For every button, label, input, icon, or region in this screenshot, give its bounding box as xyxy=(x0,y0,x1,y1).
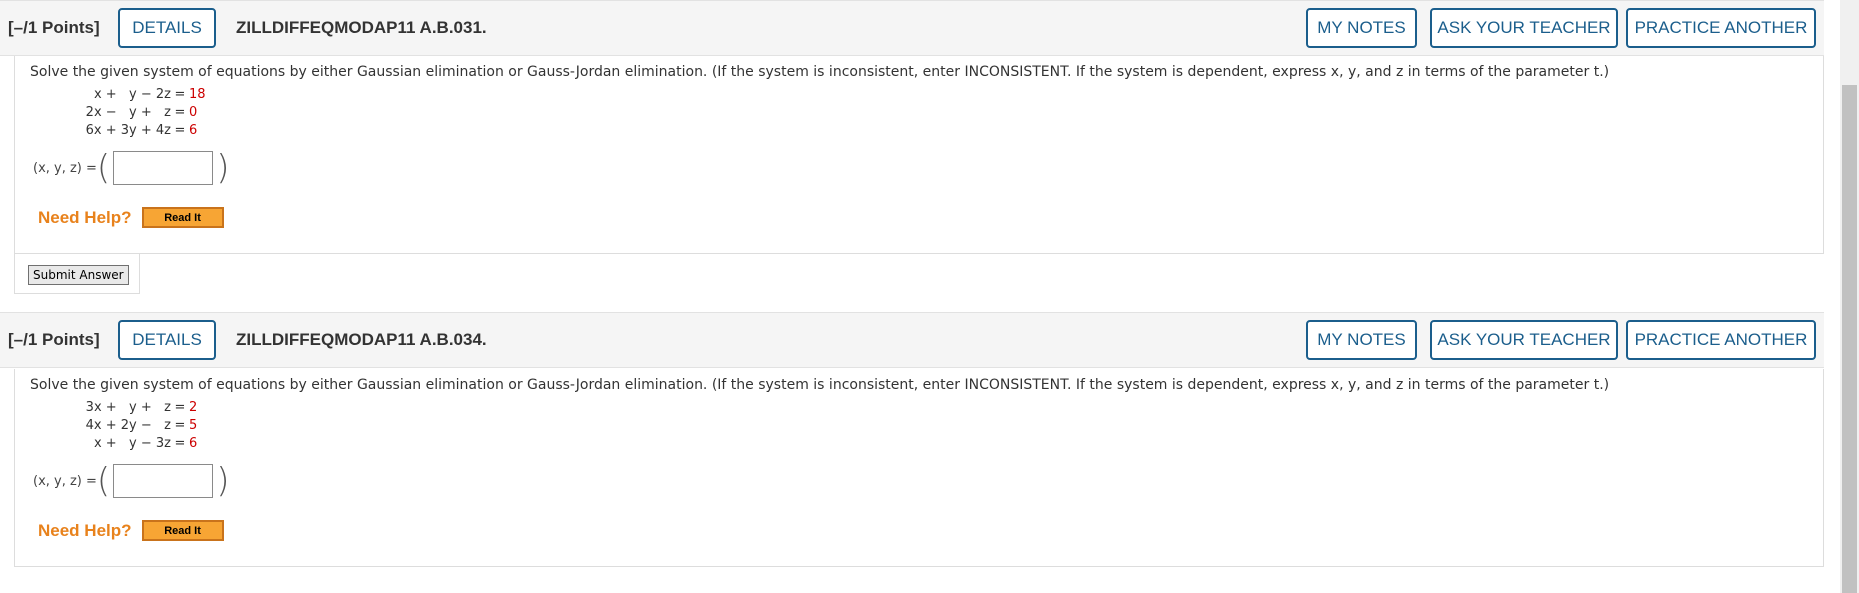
equals-sign: = xyxy=(174,418,186,433)
equation-lhs: 6x + 3y + 4z xyxy=(85,123,171,138)
read-it-button[interactable]: Read It xyxy=(141,520,224,541)
equation-rhs: 6 xyxy=(189,436,198,451)
submit-answer-button[interactable]: Submit Answer xyxy=(28,265,129,285)
equation-system: x + y − 2z = 18 2x − y + z = 0 6x + 3y +… xyxy=(78,86,206,140)
equation-row: 4x + 2y − z = 5 xyxy=(78,417,198,435)
equation-rhs: 18 xyxy=(189,87,206,102)
need-help-label: Need Help? xyxy=(38,207,132,227)
question-prompt: Solve the given system of equations by e… xyxy=(30,377,1610,393)
answer-row: (x, y, z) = ( ) xyxy=(33,464,229,498)
scrollbar-thumb[interactable] xyxy=(1842,85,1857,593)
practice-another-button[interactable]: PRACTICE ANOTHER xyxy=(1626,320,1816,360)
equation-system: 3x + y + z = 2 4x + 2y − z = 5 x + y − 3… xyxy=(78,399,198,453)
equation-row: x + y − 3z = 6 xyxy=(78,435,197,453)
equation-rhs: 5 xyxy=(189,418,198,433)
equals-sign: = xyxy=(174,105,186,120)
read-it-button[interactable]: Read It xyxy=(141,207,224,228)
answer-label: (x, y, z) = xyxy=(33,473,97,489)
details-button[interactable]: DETAILS xyxy=(118,320,216,360)
details-button[interactable]: DETAILS xyxy=(118,8,216,48)
practice-another-button[interactable]: PRACTICE ANOTHER xyxy=(1626,8,1816,48)
my-notes-button[interactable]: MY NOTES xyxy=(1306,8,1417,48)
equation-row: 3x + y + z = 2 xyxy=(78,399,198,417)
need-help-label: Need Help? xyxy=(38,520,132,540)
equation-row: x + y − 2z = 18 xyxy=(78,86,206,104)
question-code: ZILLDIFFEQMODAP11 A.B.031. xyxy=(236,18,487,37)
question-body: Solve the given system of equations by e… xyxy=(14,369,1824,567)
my-notes-button[interactable]: MY NOTES xyxy=(1306,320,1417,360)
equation-lhs: 3x + y + z xyxy=(85,400,171,415)
question-header: [–/1 Points] DETAILS ZILLDIFFEQMODAP11 A… xyxy=(0,312,1824,368)
points-label: [–/1 Points] xyxy=(8,330,100,349)
equation-lhs: 2x − y + z xyxy=(85,105,171,120)
left-paren: ( xyxy=(96,461,111,501)
ask-teacher-button[interactable]: ASK YOUR TEACHER xyxy=(1430,320,1618,360)
right-paren: ) xyxy=(216,461,230,501)
equals-sign: = xyxy=(174,87,186,102)
equals-sign: = xyxy=(174,400,186,415)
submit-tab: Submit Answer xyxy=(14,254,140,294)
equation-rhs: 6 xyxy=(189,123,198,138)
ask-teacher-button[interactable]: ASK YOUR TEACHER xyxy=(1430,8,1618,48)
question-body: Solve the given system of equations by e… xyxy=(14,56,1824,254)
equation-row: 6x + 3y + 4z = 6 xyxy=(78,122,206,140)
need-help: Need Help? Read It xyxy=(38,520,224,541)
need-help: Need Help? Read It xyxy=(38,207,224,228)
equation-rhs: 0 xyxy=(189,105,198,120)
question-code: ZILLDIFFEQMODAP11 A.B.034. xyxy=(236,330,487,349)
equation-row: 2x − y + z = 0 xyxy=(78,104,206,122)
question-prompt: Solve the given system of equations by e… xyxy=(30,64,1610,80)
question-header: [–/1 Points] DETAILS ZILLDIFFEQMODAP11 A… xyxy=(0,0,1824,56)
equation-rhs: 2 xyxy=(189,400,198,415)
equation-lhs: 4x + 2y − z xyxy=(85,418,171,433)
equation-lhs: x + y − 3z xyxy=(93,436,171,451)
equation-lhs: x + y − 2z xyxy=(93,87,171,102)
equals-sign: = xyxy=(174,123,186,138)
answer-row: (x, y, z) = ( ) xyxy=(33,151,229,185)
right-paren: ) xyxy=(216,148,230,188)
points-label: [–/1 Points] xyxy=(8,18,100,37)
equals-sign: = xyxy=(174,436,186,451)
answer-label: (x, y, z) = xyxy=(33,160,97,176)
left-paren: ( xyxy=(96,148,111,188)
answer-input[interactable] xyxy=(113,464,214,498)
answer-input[interactable] xyxy=(113,151,214,185)
vertical-scrollbar[interactable] xyxy=(1840,0,1859,593)
